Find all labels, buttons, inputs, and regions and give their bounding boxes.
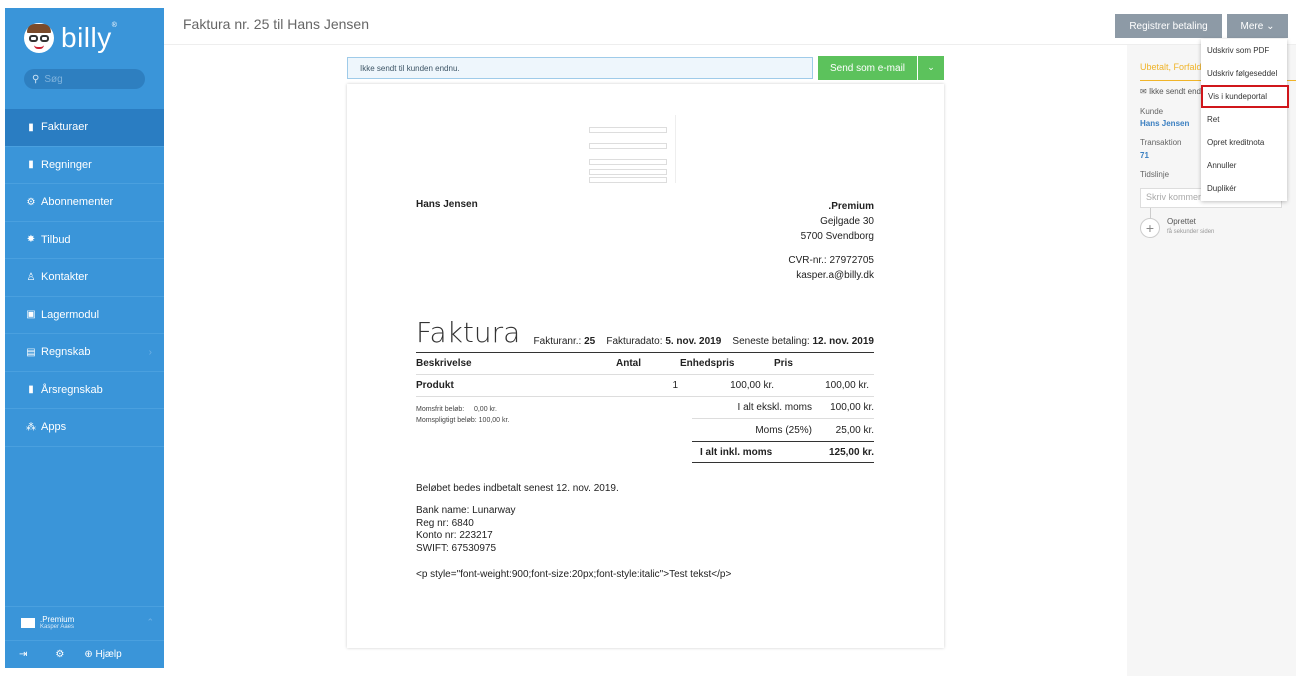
- envelope-icon: ✉: [1140, 87, 1147, 96]
- sidebar-item-tilbud[interactable]: ✸ Tilbud: [5, 222, 164, 259]
- chevron-up-icon: ⌃: [146, 617, 154, 627]
- sidebar-item-kontakter[interactable]: ♙ Kontakter: [5, 259, 164, 297]
- customer-link[interactable]: Hans Jensen: [1140, 119, 1189, 128]
- vat-row: Moms (25%) 25,00 kr.: [755, 424, 874, 436]
- invoice-totals: I alt ekskl. moms 100,00 kr. Moms (25%) 25…: [692, 397, 874, 463]
- sidebar-item-regninger[interactable]: ▮ Regninger: [5, 147, 164, 184]
- bank-details: Bank name: Lunarway Reg nr: 6840 Konto n…: [416, 505, 516, 554]
- not-sent-notice: Ikke sendt til kunden endnu.: [347, 57, 813, 79]
- menu-item-print-pdf[interactable]: Udskriv som PDF: [1201, 39, 1287, 62]
- search-icon: ⚲: [32, 73, 40, 85]
- sidebar-item-regnskab[interactable]: ▤ Regnskab ›: [5, 334, 164, 372]
- sidebar-item-apps[interactable]: ⁂ Apps: [5, 409, 164, 447]
- sidebar: billy® ⚲ Søg ▮ Fakturaer ▮ Regninger ⚙ Abon…: [5, 8, 164, 668]
- menu-item-customer-portal[interactable]: Vis i kundeportal: [1201, 85, 1289, 108]
- inventory-icon: ▣: [26, 309, 36, 321]
- menu-item-cancel[interactable]: Annuller: [1201, 154, 1287, 177]
- app: billy® ⚲ Søg ▮ Fakturaer ▮ Regninger ⚙ Abon…: [0, 0, 1296, 676]
- more-menu: Udskriv som PDF Udskriv følgeseddel Vis …: [1201, 39, 1289, 201]
- transaction-link[interactable]: 71: [1140, 151, 1149, 160]
- accounting-icon: ▤: [26, 346, 36, 358]
- sidebar-item-fakturaer[interactable]: ▮ Fakturaer: [5, 109, 164, 147]
- search-placeholder: Søg: [44, 73, 63, 85]
- logo-face-icon: [24, 23, 54, 53]
- main-nav: ▮ Fakturaer ▮ Regninger ⚙ Abonnementer ✸ Til…: [5, 109, 164, 447]
- sidebar-footer: ⇥ ⚙ ⊕ Hjælp: [5, 640, 164, 668]
- chevron-right-icon: ›: [148, 346, 152, 358]
- register-payment-button[interactable]: Registrer betaling: [1115, 14, 1222, 38]
- page-title: Faktura nr. 25 til Hans Jensen: [183, 16, 369, 32]
- timeline-event-time: få sekunder siden: [1167, 229, 1215, 235]
- top-bar: Faktura nr. 25 til Hans Jensen Registrer…: [164, 0, 1296, 45]
- total-incl-row: I alt inkl. moms 125,00 kr.: [692, 441, 874, 463]
- invoice-icon: ▮: [28, 121, 34, 133]
- sent-status: ✉ Ikke sendt endnu: [1140, 87, 1210, 96]
- payment-note: Beløbet bedes indbetalt senest 12. nov. …: [416, 483, 619, 494]
- quote-icon: ✸: [26, 234, 36, 246]
- more-button[interactable]: Mere ⌄: [1227, 14, 1288, 38]
- subscription-icon: ⚙: [26, 196, 36, 208]
- company-address: .Premium Gejlgade 30 5700 Svendborg CVR-…: [788, 201, 874, 281]
- apps-icon: ⁂: [26, 421, 36, 433]
- org-name: .Premium: [40, 615, 75, 624]
- org-logo: [21, 617, 35, 628]
- gear-icon[interactable]: ⚙: [55, 649, 64, 660]
- help-button[interactable]: ⊕ Hjælp: [84, 649, 121, 660]
- table-header: Beskrivelse Antal Enhedspris Pris: [416, 352, 874, 375]
- chevron-down-icon: ⌄: [1266, 20, 1275, 32]
- menu-item-edit[interactable]: Ret: [1201, 108, 1287, 131]
- invoice-heading: Faktura: [416, 316, 521, 349]
- bill-icon: ▮: [28, 159, 34, 171]
- chevron-down-icon: ⌄: [927, 63, 935, 73]
- customer-name: Hans Jensen: [416, 199, 478, 210]
- extra-text: <p style="font-weight:900;font-size:20px…: [416, 569, 732, 580]
- invoice-lines-table: Beskrivelse Antal Enhedspris Pris Produk…: [416, 352, 874, 397]
- transaction-label: Transaktion: [1140, 138, 1182, 147]
- table-row: Produkt 1 100,00 kr. 100,00 kr.: [416, 374, 874, 397]
- send-email-button[interactable]: Send som e-mail: [818, 56, 917, 80]
- customer-label: Kunde: [1140, 107, 1164, 116]
- invoice-preview: Hans Jensen .Premium Gejlgade 30 5700 Sv…: [347, 84, 944, 648]
- total-excl-row: I alt ekskl. moms 100,00 kr.: [692, 397, 874, 419]
- vat-summary: Momsfrit beløb: 0,00 kr. Momspligtigt be…: [416, 406, 510, 424]
- org-switcher[interactable]: .Premium Kasper Aaes ⌃: [5, 606, 164, 638]
- menu-item-duplicate[interactable]: Duplikér: [1201, 177, 1287, 200]
- lifebuoy-icon: ⊕: [84, 649, 93, 660]
- contacts-icon: ♙: [26, 271, 36, 283]
- menu-item-credit-note[interactable]: Opret kreditnota: [1201, 131, 1287, 154]
- sidebar-item-aarsregnskab[interactable]: ▮ Årsregnskab: [5, 372, 164, 409]
- org-user: Kasper Aaes: [40, 624, 75, 630]
- timeline-label: Tidslinje: [1140, 170, 1170, 179]
- sidebar-item-abonnementer[interactable]: ⚙ Abonnementer: [5, 184, 164, 222]
- send-options-button[interactable]: ⌄: [918, 56, 944, 80]
- add-comment-icon[interactable]: +: [1140, 218, 1160, 238]
- annual-report-icon: ▮: [28, 384, 34, 396]
- template-thumbnail: [589, 113, 713, 185]
- menu-item-print-packing-slip[interactable]: Udskriv følgeseddel: [1201, 62, 1287, 85]
- timeline-event: Oprettet: [1167, 217, 1196, 226]
- search-input[interactable]: ⚲ Søg: [24, 69, 145, 89]
- billy-logo[interactable]: billy®: [24, 22, 117, 54]
- sidebar-item-lagermodul[interactable]: ▣ Lagermodul: [5, 297, 164, 334]
- logout-icon[interactable]: ⇥: [19, 649, 27, 660]
- logo-text: billy®: [61, 22, 118, 53]
- invoice-meta: Fakturanr.: 25 Fakturadato: 5. nov. 2019…: [533, 336, 874, 347]
